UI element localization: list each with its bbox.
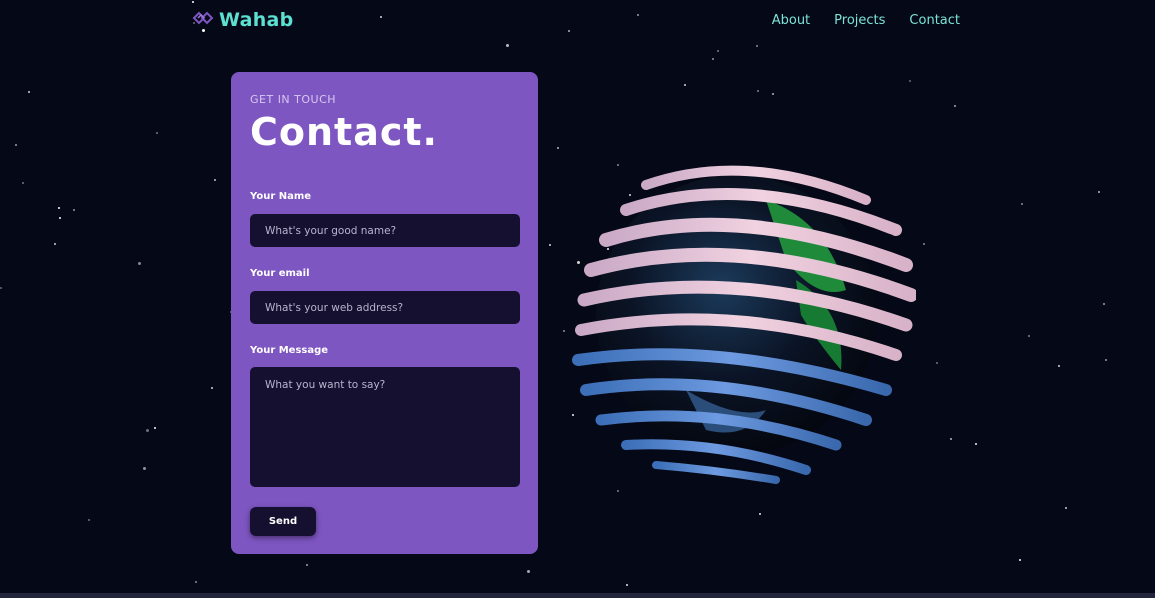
email-label: Your email bbox=[250, 268, 310, 279]
star bbox=[143, 467, 146, 470]
star bbox=[954, 105, 956, 107]
star bbox=[772, 93, 774, 95]
star bbox=[1028, 335, 1030, 337]
star bbox=[757, 90, 759, 92]
message-textarea[interactable]: What you want to say? bbox=[250, 367, 520, 487]
star bbox=[684, 84, 686, 86]
section-subtitle: GET IN TOUCH bbox=[250, 93, 337, 106]
star bbox=[506, 44, 509, 47]
logo-text: Wahab bbox=[219, 9, 294, 31]
name-label: Your Name bbox=[250, 191, 312, 202]
logo-icon bbox=[192, 10, 216, 30]
star bbox=[712, 58, 714, 60]
star bbox=[717, 50, 719, 52]
star bbox=[88, 519, 90, 521]
star bbox=[1065, 507, 1067, 509]
star bbox=[58, 207, 60, 209]
message-label: Your Message bbox=[250, 345, 329, 356]
star bbox=[936, 362, 938, 364]
navbar: Wahab About Projects Contact bbox=[0, 0, 1155, 42]
name-input[interactable]: What's your good name? bbox=[250, 214, 520, 247]
nav-links: About Projects Contact bbox=[772, 13, 960, 28]
star bbox=[214, 179, 216, 181]
star bbox=[756, 45, 758, 47]
star bbox=[59, 217, 61, 219]
name-placeholder: What's your good name? bbox=[265, 224, 397, 237]
star bbox=[759, 513, 761, 515]
star bbox=[549, 244, 551, 246]
star bbox=[557, 147, 559, 149]
star bbox=[1021, 203, 1023, 205]
star bbox=[563, 330, 565, 332]
email-input[interactable]: What's your web address? bbox=[250, 291, 520, 324]
star bbox=[22, 182, 24, 184]
star bbox=[0, 287, 2, 289]
bottom-scrollbar[interactable] bbox=[0, 593, 1155, 598]
star bbox=[73, 209, 75, 211]
nav-link-contact[interactable]: Contact bbox=[909, 13, 960, 28]
star bbox=[138, 262, 141, 265]
nav-link-projects[interactable]: Projects bbox=[834, 13, 885, 28]
star bbox=[146, 429, 149, 432]
nav-link-about[interactable]: About bbox=[772, 13, 810, 28]
star bbox=[195, 581, 197, 583]
star bbox=[15, 144, 17, 146]
star bbox=[1105, 359, 1107, 361]
star bbox=[527, 570, 530, 573]
star bbox=[1103, 303, 1105, 305]
send-button[interactable]: Send bbox=[250, 507, 316, 536]
star bbox=[1098, 191, 1100, 193]
earth-globe-model[interactable] bbox=[566, 140, 918, 494]
star bbox=[975, 443, 977, 445]
star bbox=[950, 438, 952, 440]
star bbox=[154, 427, 156, 429]
star bbox=[626, 584, 628, 586]
star bbox=[156, 132, 158, 134]
star bbox=[211, 387, 213, 389]
message-placeholder: What you want to say? bbox=[265, 379, 386, 391]
star bbox=[1019, 559, 1021, 561]
email-placeholder: What's your web address? bbox=[265, 301, 404, 314]
star bbox=[1058, 365, 1060, 367]
star bbox=[909, 80, 911, 82]
section-title: Contact. bbox=[250, 110, 438, 154]
star bbox=[54, 243, 56, 245]
star bbox=[306, 564, 308, 566]
contact-card: GET IN TOUCH Contact. Your Name What's y… bbox=[231, 72, 538, 554]
star bbox=[923, 243, 925, 245]
logo[interactable]: Wahab bbox=[192, 9, 294, 31]
star bbox=[28, 91, 30, 93]
